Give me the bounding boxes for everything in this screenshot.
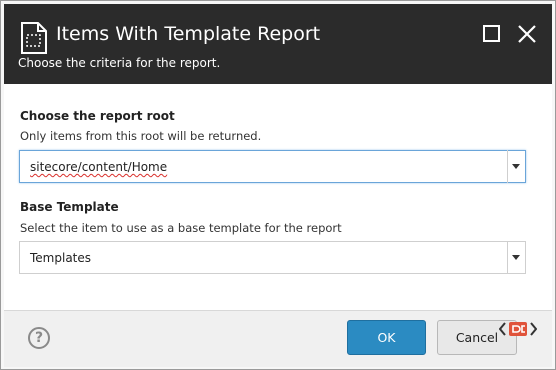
chevron-down-icon[interactable]	[512, 164, 520, 169]
base-template-label: Base Template	[20, 200, 119, 214]
ok-button[interactable]: OK	[347, 320, 426, 355]
report-root-hint: Only items from this root will be return…	[20, 129, 262, 143]
chevron-down-icon[interactable]	[512, 255, 520, 260]
base-template-hint: Select the item to use as a base templat…	[20, 221, 342, 235]
dialog-window: Items With Template Report Choose the cr…	[0, 0, 556, 370]
help-icon[interactable]: ?	[28, 327, 50, 349]
maximize-icon[interactable]	[482, 24, 502, 44]
base-template-combobox[interactable]: Templates	[19, 241, 526, 274]
combo-divider	[507, 150, 508, 183]
report-document-icon	[21, 22, 47, 54]
base-template-value[interactable]: Templates	[30, 251, 91, 265]
dialog-footer: ? OK Cancel	[4, 311, 552, 367]
combo-divider	[507, 241, 508, 274]
code-brackets-logo-icon	[499, 322, 537, 336]
dialog-content: Choose the report root Only items from t…	[4, 84, 552, 311]
report-root-label: Choose the report root	[20, 109, 175, 123]
dialog-subtitle: Choose the criteria for the report.	[18, 56, 221, 70]
report-root-input[interactable]: sitecore/content/Home	[30, 160, 167, 174]
dialog-title: Items With Template Report	[56, 23, 321, 45]
dialog-titlebar: Items With Template Report Choose the cr…	[4, 4, 552, 84]
close-icon[interactable]	[517, 24, 537, 44]
report-root-combobox[interactable]: sitecore/content/Home	[19, 150, 526, 183]
